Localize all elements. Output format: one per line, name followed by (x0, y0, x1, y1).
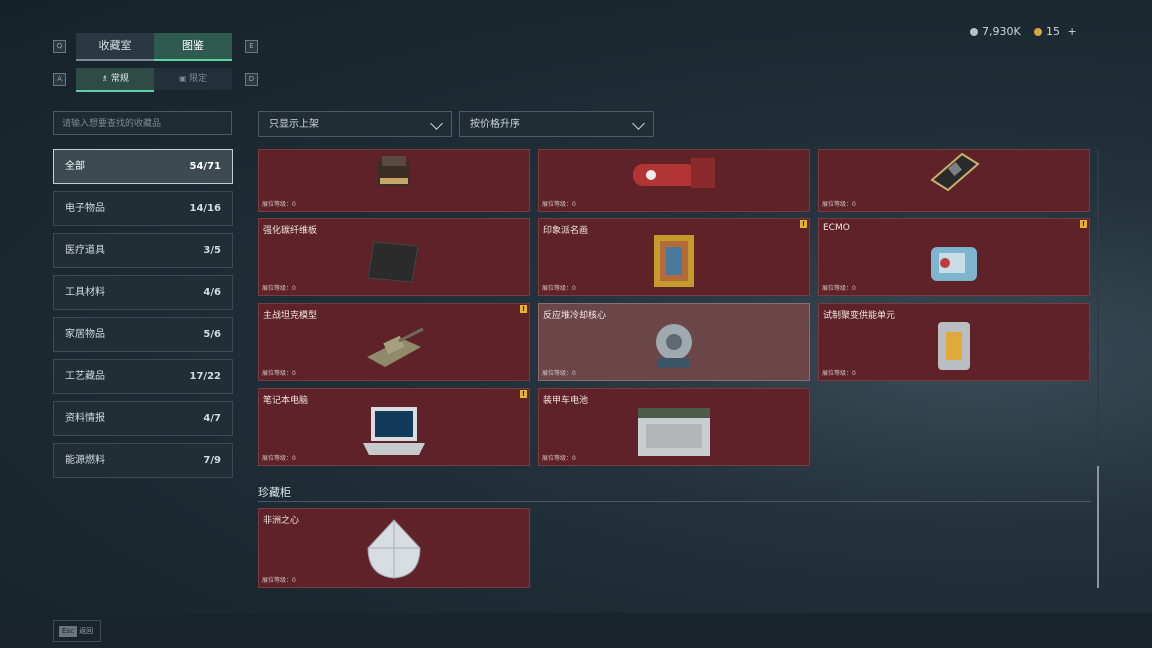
item-card-fusion-power-unit[interactable]: 试制聚变供能单元 展位等级：0 (818, 303, 1090, 381)
scrollbar-thumb[interactable] (1097, 466, 1099, 588)
section-title-vault: 珍藏柜 (258, 486, 291, 499)
silver-currency: 7,930K (970, 25, 1021, 38)
key-e-hint: E (245, 40, 258, 53)
tank-icon (367, 327, 424, 367)
typewriter-icon (378, 156, 410, 186)
gold-currency: 15 + (1034, 25, 1077, 38)
diamond-icon (367, 519, 421, 579)
key-q-hint: Q (53, 40, 66, 53)
category-intel[interactable]: 资料情报 4/7 (53, 401, 233, 436)
category-energy[interactable]: 能源燃料 7/9 (53, 443, 233, 478)
bottom-bar (0, 613, 1152, 648)
warning-badge-icon: ! (520, 390, 527, 398)
status-filter-dropdown[interactable]: 只显示上架 (258, 111, 452, 137)
tab-catalog[interactable]: 图鉴 (154, 33, 232, 61)
item-card-laptop[interactable]: 笔记本电脑 ! 展位等级：0 (258, 388, 530, 466)
item-card-carbon-fiber-plate[interactable]: 强化碳纤维板 展位等级：0 (258, 218, 530, 296)
tab-collection-room[interactable]: 收藏室 (76, 33, 154, 61)
add-currency-button[interactable]: + (1068, 25, 1077, 38)
warning-badge-icon: ! (1080, 220, 1087, 228)
esc-key-icon: Esc (59, 626, 77, 637)
laptop-icon (363, 407, 425, 455)
key-a-hint: A (53, 73, 66, 86)
ecmo-icon (931, 247, 977, 281)
category-crafts[interactable]: 工艺藏品 17/22 (53, 359, 233, 394)
subtab-limited[interactable]: ▣ 限定 (154, 68, 232, 90)
item-card-impressionist-painting[interactable]: 印象派名画 ! 展位等级：0 (538, 218, 810, 296)
item-card-heart-of-africa[interactable]: 非洲之心 展位等级：0 (258, 508, 530, 588)
gpu-icon (930, 152, 980, 192)
battery-icon (638, 408, 710, 456)
chevron-down-icon (430, 117, 443, 130)
warning-badge-icon: ! (800, 220, 807, 228)
silver-coin-icon (970, 28, 978, 36)
item-card-gas-cylinder[interactable]: 展位等级：0 (538, 149, 810, 212)
back-button[interactable]: Esc 返回 (53, 620, 101, 642)
item-card-armored-vehicle-battery[interactable]: 装甲车电池 展位等级：0 (538, 388, 810, 466)
category-all[interactable]: 全部 54/71 (53, 149, 233, 184)
key-d-hint: D (245, 73, 258, 86)
limited-icon: ▣ (178, 74, 190, 83)
subtab-regular[interactable]: ♗ 常规 (76, 68, 154, 92)
item-card-ecmo[interactable]: ECMO ! 展位等级：0 (818, 218, 1090, 296)
item-card-tank-model[interactable]: 主战坦克模型 ! 展位等级：0 (258, 303, 530, 381)
category-household[interactable]: 家居物品 5/6 (53, 317, 233, 352)
category-tools[interactable]: 工具材料 4/6 (53, 275, 233, 310)
category-electronics[interactable]: 电子物品 14/16 (53, 191, 233, 226)
item-card-typewriter[interactable]: 展位等级：0 (258, 149, 530, 212)
sort-dropdown[interactable]: 按价格升序 (459, 111, 654, 137)
item-card-gpu[interactable]: 展位等级：0 (818, 149, 1090, 212)
gold-coin-icon (1034, 28, 1042, 36)
chevron-down-icon (632, 117, 645, 130)
carbon-plate-icon (367, 241, 419, 283)
warning-badge-icon: ! (520, 305, 527, 313)
painting-icon (654, 235, 694, 287)
search-input[interactable]: 请输入想要查找的收藏品 (53, 111, 232, 135)
item-card-reactor-cooling-core[interactable]: 反应堆冷却核心 展位等级：0 (538, 303, 810, 381)
cylinder-icon (633, 158, 715, 188)
fusion-unit-icon (938, 322, 970, 370)
reactor-core-icon (656, 324, 692, 368)
category-medical[interactable]: 医疗道具 3/5 (53, 233, 233, 268)
section-divider (258, 501, 1091, 502)
regular-icon: ♗ (101, 74, 111, 83)
